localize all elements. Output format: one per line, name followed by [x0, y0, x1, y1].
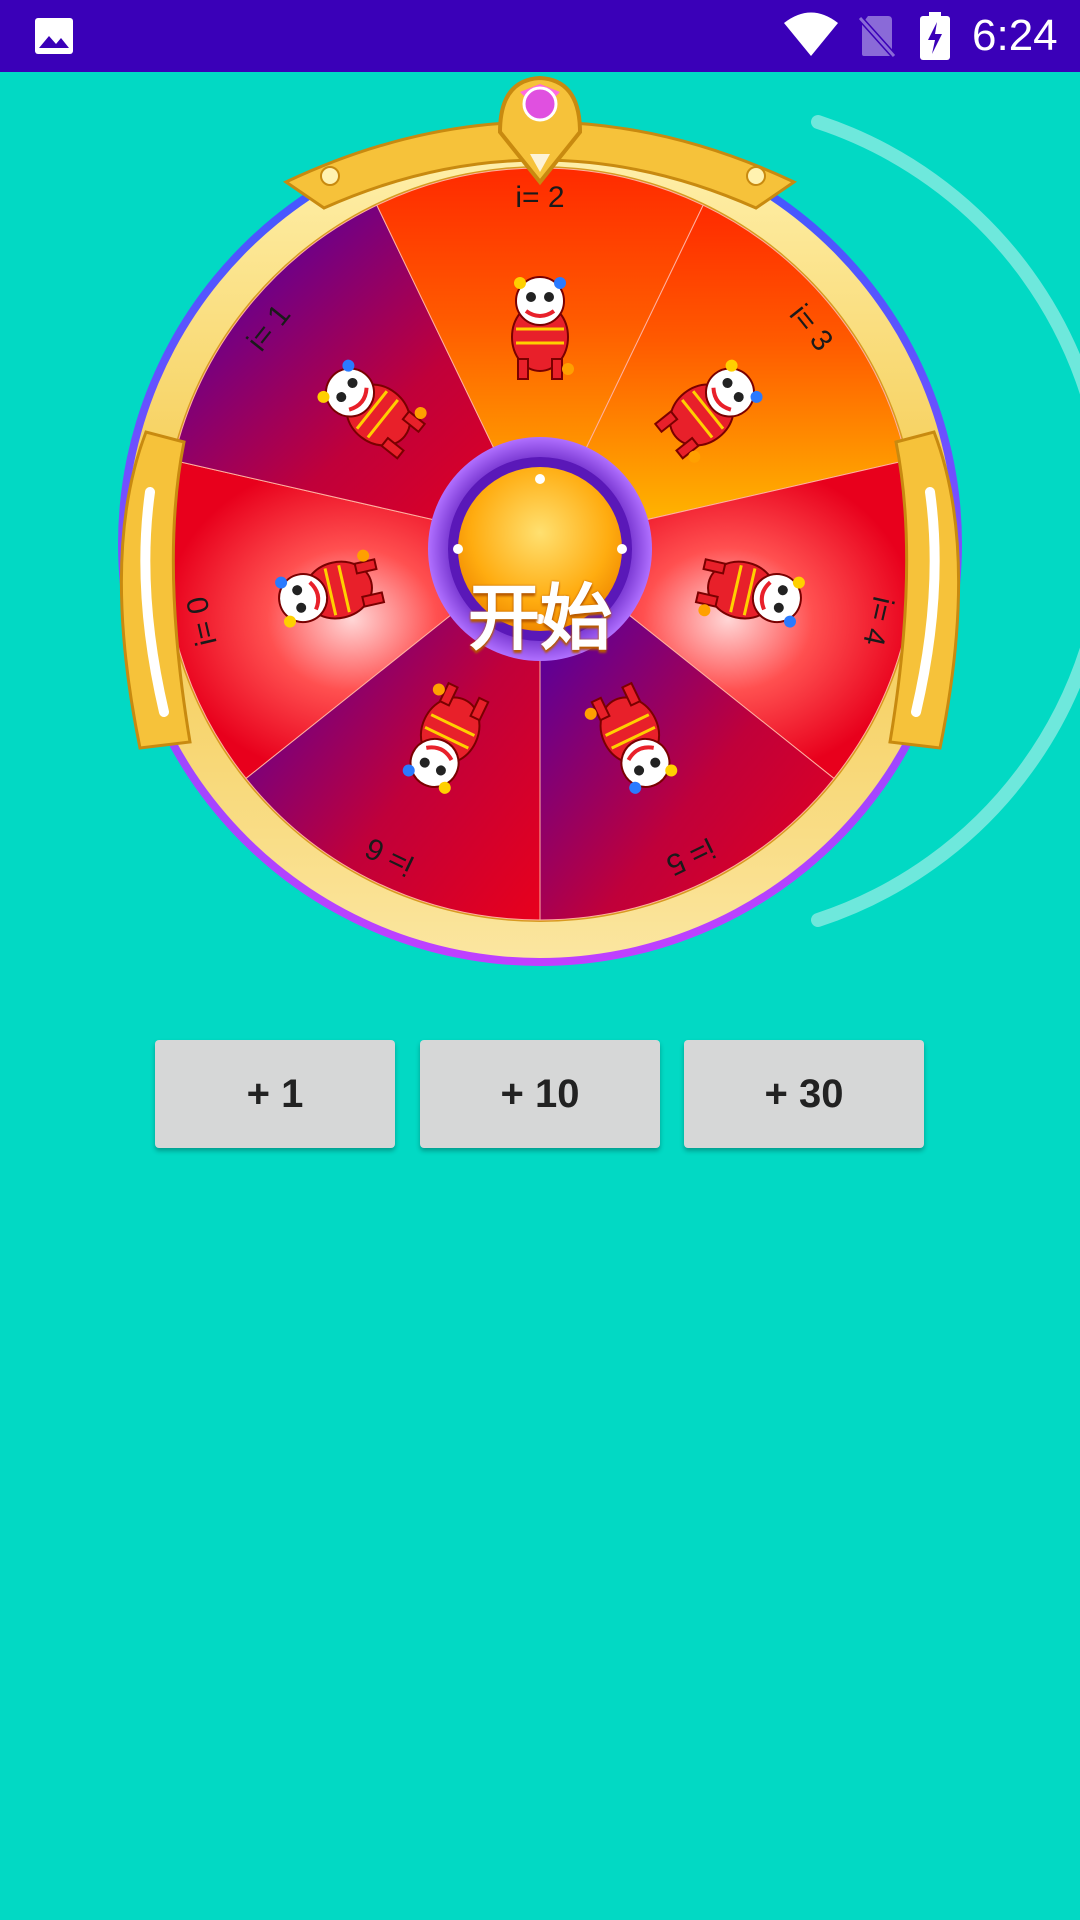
status-bar: 6:24 [0, 0, 1080, 72]
prize-wheel: i= 0 i= 1 i= 2 i= 3 i= 4 i= 5 i= 6 开始 [0, 72, 1080, 972]
segment-label: i= 2 [515, 181, 564, 214]
add-1-button[interactable]: + 1 [155, 1040, 395, 1148]
no-sim-icon [858, 15, 896, 58]
wheel-graphic: i= 0i= 1i= 2i= 3i= 4i= 5i= 6 [118, 75, 1080, 966]
gallery-icon [35, 18, 73, 54]
start-spin-button[interactable] [474, 559, 606, 691]
add-30-button[interactable]: + 30 [684, 1040, 924, 1148]
battery-charging-icon [920, 12, 950, 60]
wifi-icon [784, 12, 838, 56]
status-time: 6:24 [972, 11, 1058, 60]
add-10-button[interactable]: + 10 [420, 1040, 660, 1148]
increment-buttons: + 1 + 10 + 30 [155, 1040, 925, 1150]
